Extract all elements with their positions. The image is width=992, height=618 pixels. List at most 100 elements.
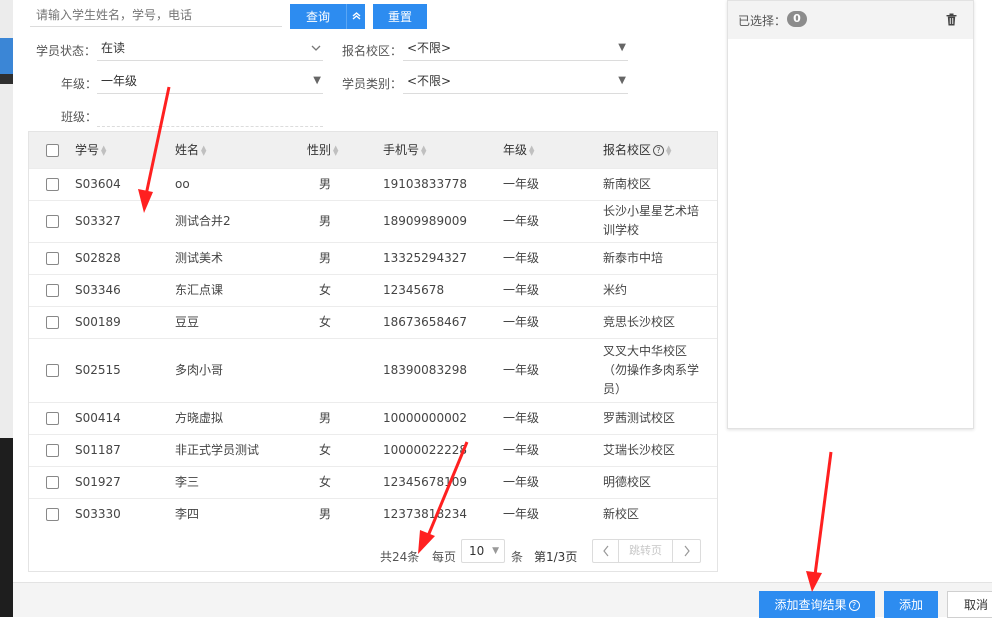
select-all-checkbox[interactable] xyxy=(45,143,59,157)
row-checkbox[interactable] xyxy=(45,283,59,297)
cell-gender: 男 xyxy=(307,199,383,242)
status-filter-value: 在读 xyxy=(101,41,126,55)
chevron-right-icon[interactable] xyxy=(672,540,700,562)
trash-icon[interactable] xyxy=(946,13,957,26)
chevron-left-icon[interactable] xyxy=(593,540,619,562)
table-row[interactable]: S01187 非正式学员测试女 10000022228 一年级 艾瑞长沙校区 xyxy=(29,433,717,466)
table-row[interactable]: S00189 豆豆女 18673658467 一年级 竞思长沙校区 xyxy=(29,305,717,338)
column-header-id[interactable]: 学号 ▲ ▼ xyxy=(75,132,175,168)
cell-id: S03346 xyxy=(75,273,175,306)
cell-gender: 女 xyxy=(307,433,383,466)
cell-grade: 一年级 xyxy=(503,199,603,242)
annotation-arrow xyxy=(806,451,833,592)
cell-grade: 一年级 xyxy=(503,497,603,530)
column-header-label: 年级 xyxy=(503,143,528,158)
double-chevron-up-icon[interactable] xyxy=(346,4,365,29)
cell-grade: 一年级 xyxy=(503,337,603,402)
add-button[interactable]: 添加 xyxy=(884,591,938,618)
row-checkbox[interactable] xyxy=(45,443,59,457)
campus-filter-select[interactable]: <不限> ▼ xyxy=(403,37,628,61)
row-checkbox[interactable] xyxy=(45,411,59,425)
cancel-button[interactable]: 取消 xyxy=(947,591,992,618)
search-input[interactable] xyxy=(30,4,282,27)
row-select-cell xyxy=(29,241,75,274)
row-select-cell xyxy=(29,337,75,402)
background-dark-bar xyxy=(0,74,13,84)
reset-button[interactable]: 重置 xyxy=(373,4,427,29)
sort-icon[interactable]: ▲ ▼ xyxy=(201,144,208,156)
query-button[interactable]: 查询 xyxy=(290,4,346,29)
select-all-cell xyxy=(29,132,75,168)
cell-grade: 一年级 xyxy=(503,465,603,498)
status-filter-select[interactable]: 在读 xyxy=(97,37,323,61)
cell-name: oo xyxy=(175,167,307,200)
table-row[interactable]: S01927 李三女 12345678109 一年级 明德校区 xyxy=(29,465,717,498)
cell-name: 多肉小哥 xyxy=(175,337,307,402)
grade-filter-select[interactable]: 一年级 ▼ xyxy=(97,70,323,94)
column-header-name[interactable]: 姓名 ▲ ▼ xyxy=(175,132,307,168)
student-table: 学号 ▲ ▼ 姓名 ▲ ▼ 性别 ▲ ▼ 手机号 ▲ ▼ 年级 ▲ ▼ 报名校区? ▲ ▼ S03604… xyxy=(28,131,718,572)
table-row[interactable]: S03346 东汇点课女 12345678 一年级 米约 xyxy=(29,273,717,306)
row-select-cell xyxy=(29,167,75,200)
cell-grade: 一年级 xyxy=(503,401,603,434)
table-row[interactable]: S03330 李四男 12373818234 一年级 新校区 xyxy=(29,497,717,530)
row-checkbox[interactable] xyxy=(45,475,59,489)
cell-campus: 新校区 xyxy=(603,497,717,530)
table-row[interactable]: S03327 测试合并2 男 18909989009 一年级 长沙小星星艺术培训学校 xyxy=(29,199,717,242)
add-query-results-button[interactable]: 添加查询结果? xyxy=(759,591,875,618)
cell-campus: 长沙小星星艺术培训学校 xyxy=(603,199,717,242)
column-header-label: 手机号 xyxy=(383,143,420,158)
cell-grade: 一年级 xyxy=(503,241,603,274)
help-icon[interactable]: ? xyxy=(653,145,665,157)
cell-id: S02515 xyxy=(75,337,175,402)
sort-icon[interactable]: ▲ ▼ xyxy=(666,144,673,156)
row-select-cell xyxy=(29,305,75,338)
cell-phone: 10000000002 xyxy=(383,401,503,434)
selected-panel: 已选择： 0 xyxy=(727,0,974,429)
row-select-cell xyxy=(29,199,75,242)
sort-icon[interactable]: ▲ ▼ xyxy=(529,144,536,156)
cell-name: 测试合并2 xyxy=(175,199,307,242)
row-checkbox[interactable] xyxy=(45,214,59,228)
sort-icon[interactable]: ▲ ▼ xyxy=(421,144,428,156)
cell-phone: 12345678109 xyxy=(383,465,503,498)
page-size-value: 10 xyxy=(469,544,485,558)
column-header-gender[interactable]: 性别 ▲ ▼ xyxy=(307,132,383,168)
type-filter-select[interactable]: <不限> ▼ xyxy=(403,70,628,94)
cell-id: S03604 xyxy=(75,167,175,200)
row-checkbox[interactable] xyxy=(45,251,59,265)
class-filter-select[interactable] xyxy=(97,103,323,127)
type-filter-label: 学员类别： xyxy=(342,77,403,91)
background-page-strip xyxy=(0,0,13,617)
table-row[interactable]: S00414 方晓虚拟男 10000000002 一年级 罗茜测试校区 xyxy=(29,401,717,434)
sort-icon[interactable]: ▲ ▼ xyxy=(101,144,108,156)
table-row[interactable]: S02515 多肉小哥 18390083298 一年级 叉叉大中华校区（勿操作多肉系学员… xyxy=(29,337,717,402)
row-checkbox[interactable] xyxy=(45,507,59,521)
pagination-unit: 条 xyxy=(511,550,524,564)
cell-id: S03330 xyxy=(75,497,175,530)
status-filter-label: 学员状态： xyxy=(36,44,97,58)
cell-campus: 米约 xyxy=(603,273,717,306)
column-header-grade[interactable]: 年级 ▲ ▼ xyxy=(503,132,603,168)
row-select-cell xyxy=(29,465,75,498)
cell-campus: 新南校区 xyxy=(603,167,717,200)
cell-id: S01187 xyxy=(75,433,175,466)
help-icon: ? xyxy=(848,600,860,611)
row-select-cell xyxy=(29,401,75,434)
sort-icon[interactable]: ▲ ▼ xyxy=(333,144,340,156)
row-checkbox[interactable] xyxy=(45,315,59,329)
pagination-nav: 跳转页 xyxy=(592,539,701,563)
page-size-select[interactable]: 10 ▼ xyxy=(461,539,505,563)
column-header-phone[interactable]: 手机号 ▲ ▼ xyxy=(383,132,503,168)
row-checkbox[interactable] xyxy=(45,177,59,191)
row-checkbox[interactable] xyxy=(45,363,59,377)
selected-count-badge: 0 xyxy=(787,11,807,27)
table-row[interactable]: S03604 oo 男 19103833778 一年级 新南校区 xyxy=(29,167,717,200)
cell-name: 李三 xyxy=(175,465,307,498)
jump-page-input[interactable]: 跳转页 xyxy=(619,540,672,562)
column-header-campus[interactable]: 报名校区? ▲ ▼ xyxy=(603,132,717,168)
cell-gender: 男 xyxy=(307,497,383,530)
table-row[interactable]: S02828 测试美术男 13325294327 一年级 新泰市中培 xyxy=(29,241,717,274)
column-header-label: 姓名 xyxy=(175,143,200,158)
cell-gender: 男 xyxy=(307,167,383,200)
